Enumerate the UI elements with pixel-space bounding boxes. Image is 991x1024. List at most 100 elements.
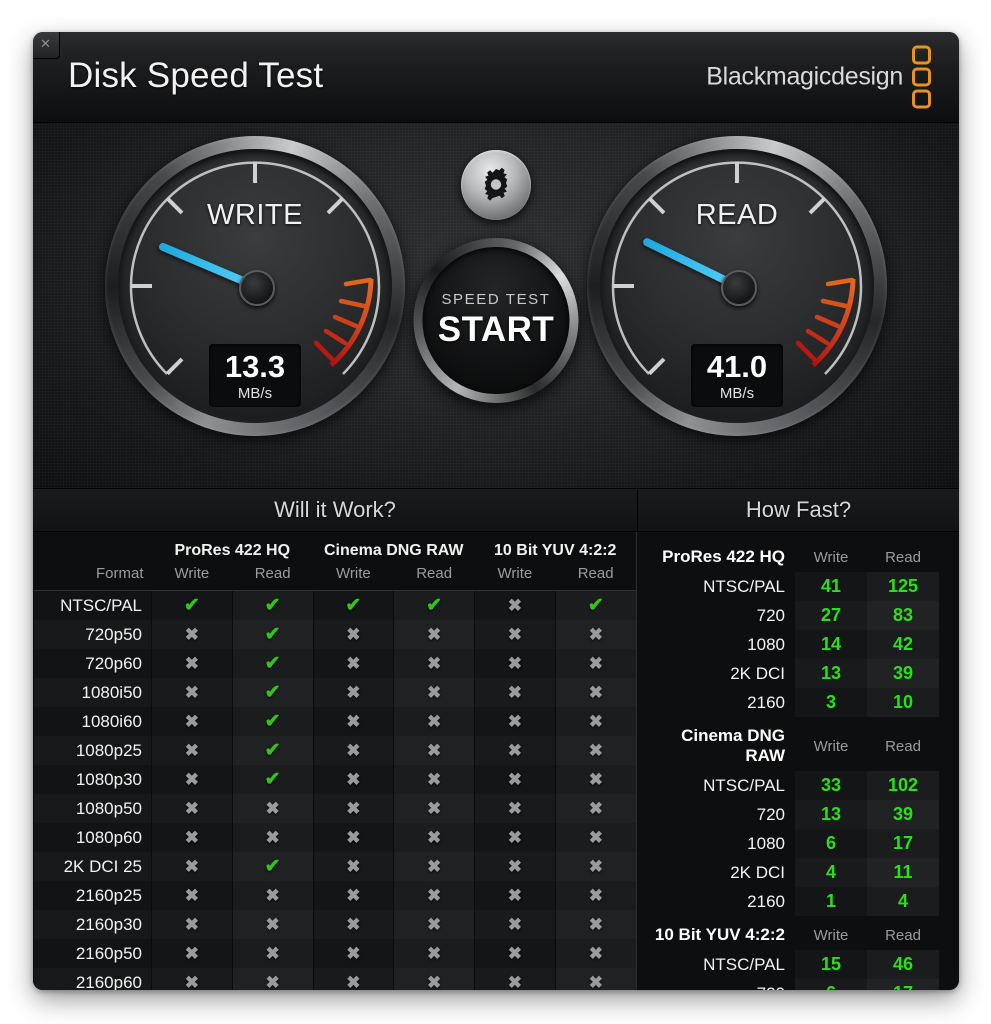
check-icon: ✔ [587,595,604,616]
write-speed-value: 33 [795,771,867,800]
cross-icon: ✖ [507,682,522,702]
resolution-label: NTSC/PAL [703,954,785,974]
support-cell: ✖ [474,736,556,765]
support-cell: ✖ [393,736,475,765]
will-it-work-panel: ProRes 422 HQ Cinema DNG RAW 10 Bit YUV 4:… [33,532,637,990]
support-cell: ✖ [151,649,233,678]
cross-icon: ✖ [427,972,442,991]
cross-icon: ✖ [346,624,361,644]
start-button-sub-label: SPEED TEST [441,291,551,308]
support-cell: ✖ [393,765,475,794]
support-cell: ✖ [474,678,556,707]
cross-icon: ✖ [427,943,442,963]
speed-group-name: 10 Bit YUV 4:2:2 [654,925,785,944]
disk-speed-test-window: ✕ Disk Speed Test Blackmagicdesign WRITE… [33,32,959,990]
cross-icon: ✖ [184,740,199,760]
cross-icon: ✖ [588,856,603,876]
cross-icon: ✖ [427,769,442,789]
gear-icon[interactable] [461,150,531,220]
cross-icon: ✖ [427,914,442,934]
title-bar: ✕ Disk Speed Test Blackmagicdesign [33,32,959,123]
cross-icon: ✖ [427,856,442,876]
cross-icon: ✖ [265,943,280,963]
speed-row: 2160 3 10 [649,688,939,717]
cross-icon: ✖ [588,798,603,818]
read-speed-value: 125 [867,572,939,601]
read-speed-value: 46 [867,950,939,979]
close-icon[interactable]: ✕ [33,32,60,59]
sub-column-header: Read [254,565,291,582]
speed-row: NTSC/PAL 15 46 [649,950,939,979]
support-cell: ✖ [554,881,636,910]
table-row: 1080p50 ✖ ✖ ✖ ✖ ✖ ✖ [33,794,636,823]
cross-icon: ✖ [588,943,603,963]
cross-icon: ✖ [346,914,361,934]
cross-icon: ✖ [346,653,361,673]
support-cell: ✖ [393,881,475,910]
support-cell: ✖ [231,823,313,852]
resolution-label: 2K DCI [730,862,785,882]
support-cell: ✖ [554,620,636,649]
support-cell: ✖ [231,939,313,968]
support-cell: ✖ [151,678,233,707]
resolution-label: 2K DCI [730,663,785,683]
format-cell: 1080p50 [33,794,152,823]
support-cell: ✖ [474,939,556,968]
write-speed-value: 6 [795,829,867,858]
check-icon: ✔ [264,856,281,877]
write-speed-value: 13 [795,800,867,829]
read-speed-value: 11 [867,858,939,887]
support-cell: ✖ [151,968,233,990]
brand-logo-text: Blackmagicdesign [706,62,903,91]
cross-icon: ✖ [265,972,280,991]
cross-icon: ✖ [427,885,442,905]
speed-write-header: Write [813,926,849,944]
speed-row: 720 13 39 [649,800,939,829]
check-icon: ✔ [264,711,281,732]
cross-icon: ✖ [346,972,361,991]
support-cell: ✖ [393,794,475,823]
support-cell: ✖ [554,910,636,939]
tables-area: ProRes 422 HQ Cinema DNG RAW 10 Bit YUV 4:… [33,532,959,990]
cross-icon: ✖ [588,740,603,760]
table-row: 2160p30 ✖ ✖ ✖ ✖ ✖ ✖ [33,910,636,939]
speed-row: 1080 14 42 [649,630,939,659]
cross-icon: ✖ [588,914,603,934]
logo-square-icon [912,45,931,65]
check-icon: ✔ [183,595,200,616]
speed-row: NTSC/PAL 33 102 [649,771,939,800]
speed-read-header: Read [885,926,921,944]
write-gauge-hub [239,270,275,306]
support-cell: ✖ [312,823,394,852]
cross-icon: ✖ [507,595,522,615]
brand-logo: Blackmagicdesign [706,45,931,109]
cross-icon: ✖ [427,711,442,731]
format-cell: 2160p50 [33,939,152,968]
table-row: 2160p60 ✖ ✖ ✖ ✖ ✖ ✖ [33,968,636,991]
format-cell: 720p60 [33,649,152,678]
cross-icon: ✖ [427,653,442,673]
check-icon: ✔ [345,595,362,616]
cross-icon: ✖ [427,682,442,702]
cross-icon: ✖ [265,914,280,934]
check-icon: ✔ [426,595,443,616]
section-title-will-it-work: Will it Work? [33,489,638,531]
support-cell: ✖ [312,707,394,736]
support-cell: ✖ [151,881,233,910]
write-speed-value: 41 [795,572,867,601]
speed-test-start-button[interactable]: SPEED TEST START [413,238,579,403]
resolution-label: 720 [649,979,795,991]
support-cell: ✖ [554,765,636,794]
support-cell: ✖ [393,939,475,968]
sub-column-header: Write [174,565,210,582]
table-row: 1080i60 ✖ ✔ ✖ ✖ ✖ ✖ [33,707,636,736]
resolution-label: 1080 [747,833,785,853]
resolution-label: 720 [756,605,785,625]
section-header-row: Will it Work? How Fast? [33,489,959,532]
support-cell: ✖ [554,736,636,765]
format-cell: 1080p25 [33,736,152,765]
support-cell: ✖ [554,649,636,678]
write-gauge-label: WRITE [207,199,303,231]
cross-icon: ✖ [507,624,522,644]
cross-icon: ✖ [346,682,361,702]
